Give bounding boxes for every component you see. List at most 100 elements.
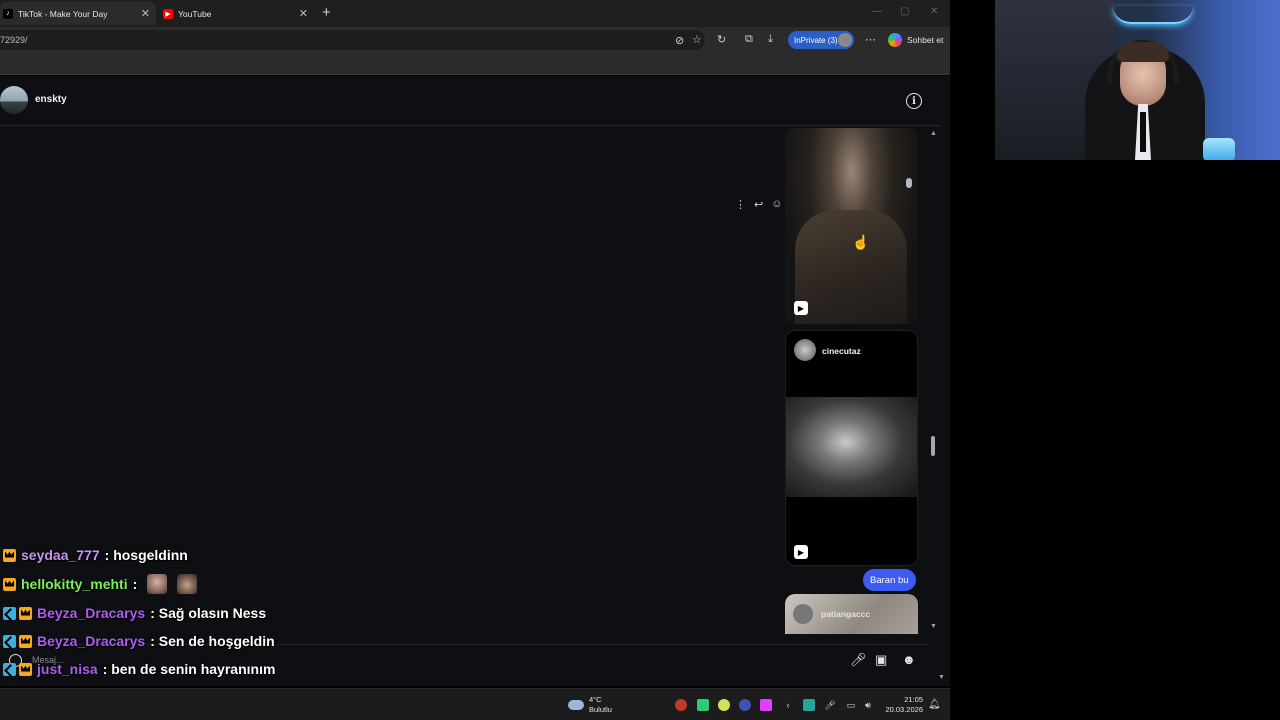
message-actions: ⋮ ↩ ☺ (735, 198, 782, 211)
chat-message: Beyza_Dracarys : Sağ olasın Ness (3, 603, 266, 623)
avatar (793, 604, 813, 624)
image-icon[interactable]: ▣ (875, 652, 887, 668)
app-tray-icon[interactable] (718, 699, 730, 711)
chat-username: Beyza_Dracarys (37, 605, 146, 621)
download-icon[interactable]: ⤓ (768, 33, 773, 46)
shared-reel-video[interactable]: ▶ (785, 128, 918, 324)
copilot-button[interactable]: Sohbet et (888, 33, 943, 47)
app-tray-icon[interactable] (760, 699, 772, 711)
crown-badge-icon (19, 606, 32, 620)
conversation-scrollbar[interactable]: ▲ ▼ (928, 128, 938, 634)
more-icon[interactable]: ⋮ (735, 198, 746, 211)
chat-text: : Sen de hoşgeldin (150, 633, 275, 649)
emoji-react-icon[interactable]: ☺ (771, 198, 782, 211)
reply-icon[interactable]: ↩ (754, 198, 763, 211)
tab-title: YouTube (178, 8, 212, 19)
tab-youtube[interactable]: ▶ YouTube ✕ (160, 2, 314, 25)
crown-badge-icon (19, 634, 32, 648)
scroll-down-icon[interactable]: ▼ (930, 623, 937, 630)
close-tab-icon[interactable]: ✕ (141, 7, 150, 20)
network-icon[interactable]: ▭ (845, 699, 857, 711)
conversation-username[interactable]: enskty (35, 94, 67, 105)
sticker-icon[interactable]: ☻ (902, 652, 916, 667)
chat-text: : ben de senin hayranınım (102, 661, 276, 677)
avatar[interactable] (0, 86, 28, 114)
post-account-name: patlangaccc (821, 609, 871, 619)
windows-taskbar: 4°C Bulutlu ‹ 🎤︎ ▭ 🔊︎ 21:05 20.03.2026 🔔… (0, 688, 950, 720)
chat-message: Beyza_Dracarys : Sen de hoşgeldin (3, 631, 275, 651)
info-icon[interactable]: i (906, 93, 922, 109)
chat-emote-image (147, 574, 168, 594)
chat-emote-image (177, 574, 198, 594)
chevron-left-icon[interactable]: ‹ (782, 699, 794, 711)
cloud-icon (568, 700, 584, 710)
scroll-up-icon[interactable]: ▲ (930, 130, 937, 137)
moderator-badge-icon (3, 634, 16, 648)
app-tray-icon[interactable] (739, 699, 751, 711)
cup (1203, 138, 1235, 160)
browser-toolbar: 72929/ ⊘ ☆ ↻ ⧉ ⤓ InPrivate (3) ⋯ Sohbet … (0, 27, 950, 53)
clock-time: 21:05 (904, 695, 923, 704)
streamer-tie (1140, 112, 1146, 152)
minimize-icon[interactable]: — (872, 6, 882, 17)
system-clock[interactable]: 21:05 20.03.2026 (883, 695, 923, 715)
app-tray-icon[interactable] (803, 699, 815, 711)
reel-account-name: cinecutaz (822, 346, 861, 356)
browser-tab-bar: ♪ TikTok - Make Your Day ✕ ▶ YouTube ✕ +… (0, 0, 950, 27)
tab-title: TikTok - Make Your Day (18, 8, 108, 19)
microphone-icon[interactable]: 🎤︎ (824, 699, 836, 711)
address-bar[interactable]: 72929/ ⊘ ☆ (0, 30, 705, 50)
shared-reel-card[interactable]: cinecutaz ▶ (785, 330, 918, 566)
webcam-overlay (995, 0, 1280, 160)
more-options-icon[interactable]: ⋯ (865, 33, 876, 46)
weather-widget[interactable]: 4°C Bulutlu (568, 695, 612, 715)
scroll-thumb[interactable] (931, 436, 935, 456)
notification-bell-icon[interactable]: 🔔︎ (928, 699, 941, 710)
avatar (794, 339, 816, 361)
reel-play-icon: ▶ (794, 545, 808, 559)
favorites-bar (0, 53, 950, 75)
dm-page: enskty i ⋮ ↩ ☺ ▶ ☝ cinecutaz ▶ Baran bu … (0, 76, 950, 686)
clock-date: 20.03.2026 (885, 705, 923, 714)
close-tab-icon[interactable]: ✕ (299, 7, 308, 20)
crown-badge-icon (3, 577, 16, 591)
reel-thumbnail (795, 210, 907, 324)
reel-thumbnail-light (906, 178, 912, 188)
app-tray-icon[interactable] (697, 699, 709, 711)
maximize-icon[interactable]: ▢ (900, 6, 909, 17)
inprivate-label: InPrivate (3) (794, 35, 838, 45)
conversation-header: enskty i (0, 76, 940, 126)
weather-condition: Bulutlu (589, 705, 612, 714)
streamer-hair (1117, 42, 1169, 62)
screen: ♪ TikTok - Make Your Day ✕ ▶ YouTube ✕ +… (0, 0, 1280, 720)
close-window-icon[interactable]: ✕ (930, 6, 938, 17)
volume-icon[interactable]: 🔊︎ (862, 699, 874, 711)
chat-username: just_nisa (37, 661, 98, 677)
microphone-icon[interactable]: 🎤︎ (850, 652, 867, 668)
tiktok-icon: ♪ (3, 8, 13, 19)
chat-message: seydaa_777 : hosgeldinn (3, 545, 188, 565)
new-tab-icon[interactable]: + (322, 4, 331, 21)
hand-cursor-icon: ☝ (852, 234, 870, 250)
page-scroll-down-icon[interactable]: ▼ (938, 674, 945, 681)
chat-text: : hosgeldinn (104, 547, 188, 563)
refresh-icon[interactable]: ↻ (717, 33, 726, 46)
crown-badge-icon (3, 548, 16, 562)
sent-message-bubble[interactable]: Baran bu (863, 569, 916, 591)
reel-thumbnail (786, 397, 917, 497)
weather-temperature: 4°C (589, 695, 602, 704)
favorite-star-icon[interactable]: ☆ (692, 33, 702, 46)
app-tray-icon[interactable] (675, 699, 687, 711)
collections-icon[interactable]: ⧉ (745, 33, 753, 46)
reel-play-icon: ▶ (794, 301, 808, 315)
tab-tiktok[interactable]: ♪ TikTok - Make Your Day ✕ (0, 2, 156, 25)
moderator-badge-icon (3, 662, 16, 676)
tracking-prevention-icon[interactable]: ⊘ (675, 34, 684, 47)
youtube-icon: ▶ (163, 8, 173, 19)
profile-avatar (837, 33, 852, 47)
inprivate-button[interactable]: InPrivate (3) (788, 31, 854, 49)
copilot-label: Sohbet et (907, 35, 944, 45)
shared-post-card[interactable]: patlangaccc (785, 594, 918, 634)
chat-username: seydaa_777 (21, 547, 100, 563)
address-url: 72929/ (0, 35, 28, 45)
